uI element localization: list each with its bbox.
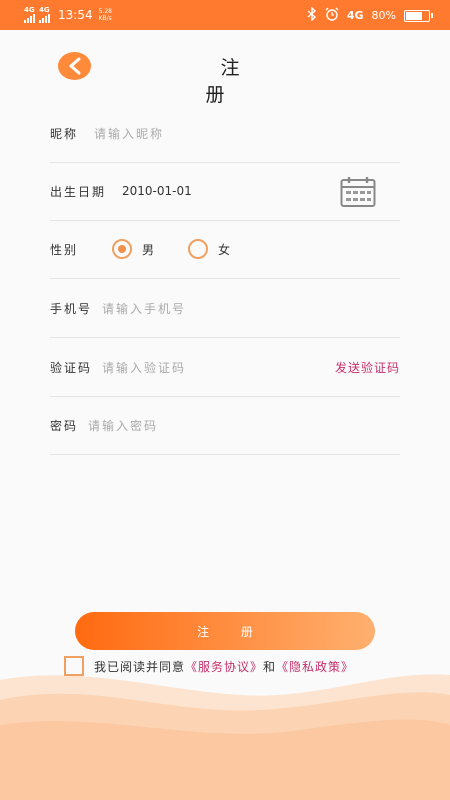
battery-percent: 80% (371, 9, 396, 22)
birthday-label: 出生日期 (50, 184, 107, 199)
code-input[interactable]: 请输入验证码 (102, 359, 186, 376)
wave-decoration (0, 674, 450, 800)
signal-icon: 4G (24, 7, 35, 23)
signal-icon-2: 4G (39, 7, 50, 23)
gender-row: 性别 男 女 (50, 220, 400, 279)
page-title: 注 册 (205, 57, 270, 106)
gender-female-label: 女 (218, 242, 231, 257)
birthday-row: 出生日期 2010-01-01 (50, 162, 400, 221)
agreement-and: 和 (263, 659, 277, 674)
alarm-icon (325, 7, 339, 24)
nickname-row: 昵称 请输入昵称 (50, 104, 400, 163)
radio-unchecked-icon (188, 239, 209, 259)
back-button[interactable] (58, 52, 91, 80)
password-input[interactable]: 请输入密码 (88, 417, 158, 434)
gender-female-radio[interactable]: 女 (188, 239, 230, 259)
phone-input[interactable]: 请输入手机号 (102, 300, 186, 317)
service-agreement-link[interactable]: 《服务协议》 (185, 658, 263, 675)
nickname-label: 昵称 (50, 126, 79, 141)
bluetooth-icon (307, 6, 317, 24)
code-label: 验证码 (50, 360, 93, 375)
chevron-left-icon (69, 57, 80, 75)
gender-male-radio[interactable]: 男 (112, 239, 154, 259)
gender-male-label: 男 (142, 242, 155, 257)
register-button[interactable]: 注 册 (75, 612, 375, 650)
code-row: 验证码 请输入验证码 发送验证码 (50, 338, 400, 397)
battery-icon (404, 9, 433, 22)
password-row: 密码 请输入密码 (50, 396, 400, 455)
status-time: 13:54 (58, 8, 93, 22)
send-code-button[interactable]: 发送验证码 (335, 359, 400, 376)
birthday-value[interactable]: 2010-01-01 (122, 184, 192, 198)
gender-label: 性别 (50, 242, 79, 257)
agreement-prefix: 我已阅读并同意 (94, 659, 186, 674)
radio-checked-icon (112, 239, 133, 259)
network-speed: 5.28 KB/s (98, 8, 112, 22)
nickname-input[interactable]: 请输入昵称 (94, 125, 164, 142)
lte-indicator: 4G (346, 9, 364, 22)
calendar-icon[interactable] (340, 176, 376, 211)
privacy-policy-link[interactable]: 《隐私政策》 (276, 658, 354, 675)
phone-row: 手机号 请输入手机号 (50, 279, 400, 338)
status-bar: 4G 4G 13:54 5.28 KB/s 4G 80% (0, 0, 450, 30)
agreement-row: 我已阅读并同意 《服务协议》 和 《隐私政策》 (64, 656, 354, 676)
phone-label: 手机号 (50, 301, 93, 316)
agree-checkbox[interactable] (64, 656, 84, 676)
password-label: 密码 (50, 418, 79, 433)
